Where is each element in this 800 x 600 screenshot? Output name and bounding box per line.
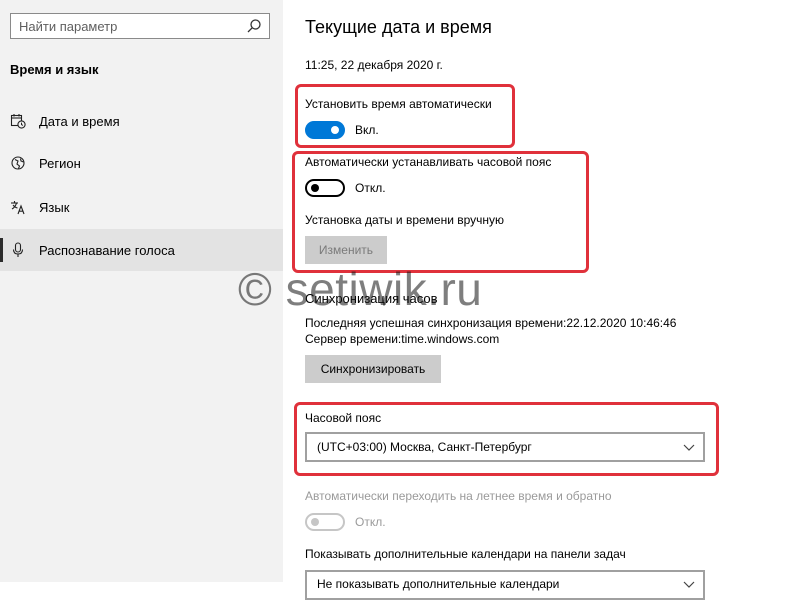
toggle-knob [311, 518, 319, 526]
auto-time-toggle[interactable] [305, 121, 345, 139]
auto-time-label: Установить время автоматически [305, 97, 492, 111]
time-server-text: Сервер времени:time.windows.com [305, 332, 500, 346]
timezone-label: Часовой пояс [305, 411, 382, 425]
auto-timezone-toggle[interactable] [305, 179, 345, 197]
sidebar-item-label: Язык [39, 199, 70, 215]
section-title: Время и язык [10, 62, 99, 77]
sidebar-item-language[interactable]: Язык [0, 186, 283, 228]
dst-label: Автоматически переходить на летнее время… [305, 489, 612, 503]
sync-button[interactable]: Синхронизировать [305, 355, 441, 383]
dst-state: Откл. [355, 515, 386, 529]
current-datetime: 11:25, 22 декабря 2020 г. [305, 58, 443, 72]
manual-datetime-label: Установка даты и времени вручную [305, 213, 505, 227]
calendar-clock-icon [10, 113, 26, 129]
calendars-select[interactable]: Не показывать дополнительные календари [305, 570, 705, 600]
search-input[interactable] [11, 14, 239, 38]
calendars-label: Показывать дополнительные календари на п… [305, 547, 626, 561]
last-sync-text: Последняя успешная синхронизация времени… [305, 316, 677, 330]
sidebar-item-label: Дата и время [39, 113, 120, 129]
change-button[interactable]: Изменить [305, 236, 387, 264]
toggle-knob [331, 126, 339, 134]
dst-toggle[interactable] [305, 513, 345, 531]
auto-time-state: Вкл. [355, 123, 379, 137]
globe-icon [10, 155, 26, 171]
timezone-value: (UTC+03:00) Москва, Санкт-Петербург [317, 440, 532, 454]
search-icon[interactable] [246, 18, 262, 34]
page-title: Текущие дата и время [305, 17, 492, 37]
chevron-down-icon [683, 581, 695, 588]
microphone-icon [10, 242, 26, 258]
auto-timezone-label: Автоматически устанавливать часовой пояс [305, 155, 552, 169]
search-box[interactable] [10, 13, 270, 39]
sidebar-item-label: Распознавание голоса [39, 242, 175, 258]
calendars-value: Не показывать дополнительные календари [317, 577, 560, 591]
toggle-knob [311, 184, 319, 192]
auto-timezone-state: Откл. [355, 181, 386, 195]
sidebar-item-region[interactable]: Регион [0, 142, 283, 184]
chevron-down-icon [683, 444, 695, 451]
timezone-select[interactable]: (UTC+03:00) Москва, Санкт-Петербург [305, 432, 705, 462]
language-icon [10, 199, 26, 215]
sidebar-item-date-time[interactable]: Дата и время [0, 100, 283, 142]
watermark: © setiwik.ru [238, 263, 483, 315]
sidebar-item-label: Регион [39, 155, 81, 171]
